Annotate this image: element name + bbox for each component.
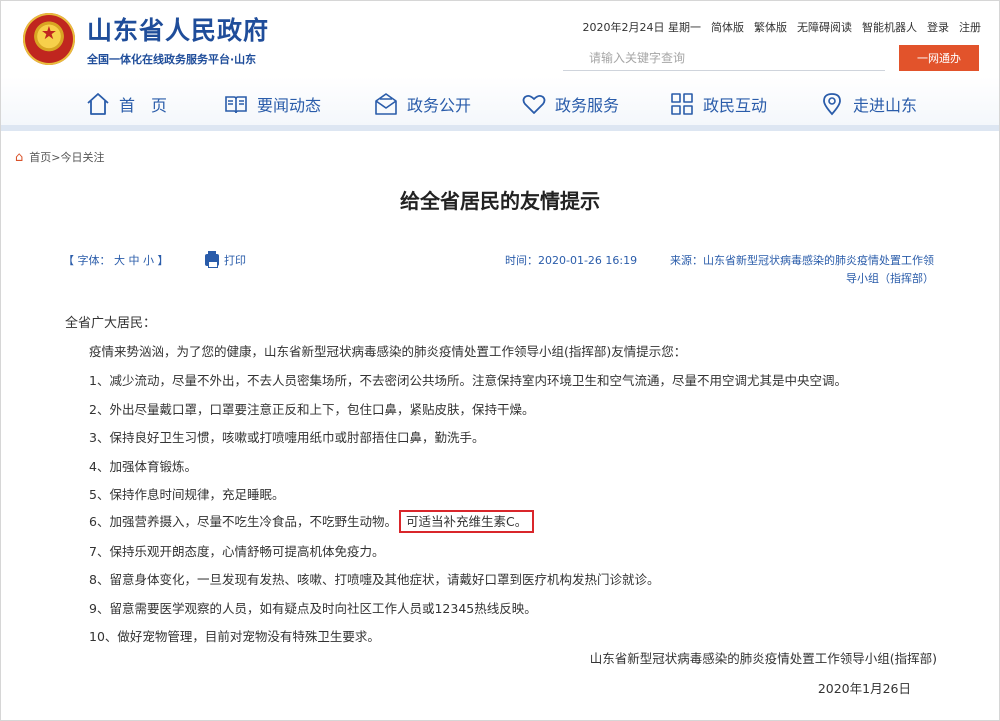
nav-label: 政务公开 — [407, 96, 472, 115]
nav-label: 首 页 — [119, 96, 168, 115]
signature-date: 2020年1月26日 — [817, 681, 911, 696]
print-label: 打印 — [224, 254, 246, 267]
list-item: 9、留意需要医学观察的人员，如有疑点及时向社区工作人员或12345热线反映。 — [89, 601, 537, 616]
list-item-text: 6、加强营养摄入，尽量不吃生冷食品，不吃野生动物。 — [89, 514, 397, 529]
login-link[interactable]: 登录 — [927, 19, 949, 35]
map-pin-icon — [819, 91, 845, 117]
breadcrumb: ⌂ 首页>今日关注 — [15, 149, 104, 165]
list-item: 4、加强体育锻炼。 — [89, 459, 197, 474]
robot-link[interactable]: 智能机器人 — [862, 19, 917, 35]
nav-label: 走进山东 — [853, 96, 918, 115]
list-item-with-highlight: 6、加强营养摄入，尽量不吃生冷食品，不吃野生动物。 可适当补充维生素C。 — [89, 510, 535, 533]
nav-item-home[interactable]: 首 页 — [85, 89, 167, 119]
chat-icon — [669, 91, 695, 117]
top-links: 2020年2月24日 星期一 简体版 繁体版 无障碍阅读 智能机器人 登录 注册 — [583, 19, 982, 35]
nav-item-news[interactable]: 要闻动态 — [223, 89, 321, 119]
site-subtitle: 全国一体化在线政务服务平台·山东 — [87, 53, 257, 66]
site-title[interactable]: 山东省人民政府 — [87, 11, 269, 47]
greeting: 全省广大居民： — [65, 316, 157, 331]
intro-paragraph: 疫情来势汹汹，为了您的健康，山东省新型冠状病毒感染的肺炎疫情处置工作领导小组(指… — [89, 344, 687, 359]
national-emblem-logo — [23, 13, 75, 65]
breadcrumb-text[interactable]: 首页>今日关注 — [29, 149, 104, 165]
home-icon[interactable]: ⌂ — [15, 150, 23, 165]
one-network-service-button[interactable]: 一网通办 — [899, 45, 979, 71]
accessibility-link[interactable]: 无障碍阅读 — [797, 19, 852, 35]
article-title: 给全省居民的友情提示 — [400, 189, 600, 213]
simplified-link[interactable]: 简体版 — [711, 19, 744, 35]
list-item: 2、外出尽量戴口罩，口罩要注意正反和上下，包住口鼻，紧贴皮肤，保持干燥。 — [89, 402, 535, 417]
main-nav: 首 页 要闻动态 政务公开 政务服务 政民互动 走进山东 — [1, 77, 999, 131]
print-button[interactable]: 打印 — [205, 251, 246, 268]
mail-icon — [373, 91, 399, 117]
printer-icon — [205, 251, 219, 268]
nav-item-government-services[interactable]: 政务服务 — [521, 89, 619, 119]
nav-label: 政民互动 — [703, 96, 768, 115]
browser-page: 山东省人民政府 全国一体化在线政务服务平台·山东 2020年2月24日 星期一 … — [0, 0, 1000, 721]
home-icon — [85, 91, 111, 117]
nav-label: 政务服务 — [555, 96, 620, 115]
font-size-control[interactable]: 【 字体： 大 中 小 】 — [63, 252, 168, 268]
list-item: 3、保持良好卫生习惯，咳嗽或打喷嚏用纸巾或肘部捂住口鼻，勤洗手。 — [89, 430, 485, 445]
signature: 山东省新型冠状病毒感染的肺炎疫情处置工作领导小组(指挥部) — [589, 651, 937, 666]
nav-label: 要闻动态 — [257, 96, 322, 115]
current-date: 2020年2月24日 星期一 — [582, 21, 702, 34]
list-item: 7、保持乐观开朗态度，心情舒畅可提高机体免疫力。 — [89, 544, 385, 559]
highlighted-text: 可适当补充维生素C。 — [398, 510, 535, 533]
traditional-link[interactable]: 繁体版 — [754, 19, 787, 35]
nav-item-interaction[interactable]: 政民互动 — [669, 89, 767, 119]
nav-item-open-government[interactable]: 政务公开 — [373, 89, 471, 119]
article-source: 来源：山东省新型冠状病毒感染的肺炎疫情处置工作领导小组（指挥部） — [670, 254, 934, 285]
site-header: 山东省人民政府 全国一体化在线政务服务平台·山东 2020年2月24日 星期一 … — [1, 1, 999, 77]
book-icon — [223, 91, 249, 117]
list-item: 8、留意身体变化，一旦发现有发热、咳嗽、打喷嚏及其他症状，请戴好口罩到医疗机构发… — [89, 572, 660, 587]
heart-icon — [521, 91, 547, 117]
list-item: 1、减少流动，尽量不外出，不去人员密集场所，不去密闭公共场所。注意保持室内环境卫… — [89, 373, 847, 388]
search-input[interactable] — [563, 45, 885, 71]
list-item: 5、保持作息时间规律，充足睡眠。 — [89, 487, 285, 502]
nav-item-about-shandong[interactable]: 走进山东 — [819, 89, 917, 119]
list-item: 10、做好宠物管理，目前对宠物没有特殊卫生要求。 — [89, 629, 380, 644]
publish-time: 时间：2020-01-26 16:19 — [505, 254, 638, 267]
register-link[interactable]: 注册 — [959, 19, 981, 35]
